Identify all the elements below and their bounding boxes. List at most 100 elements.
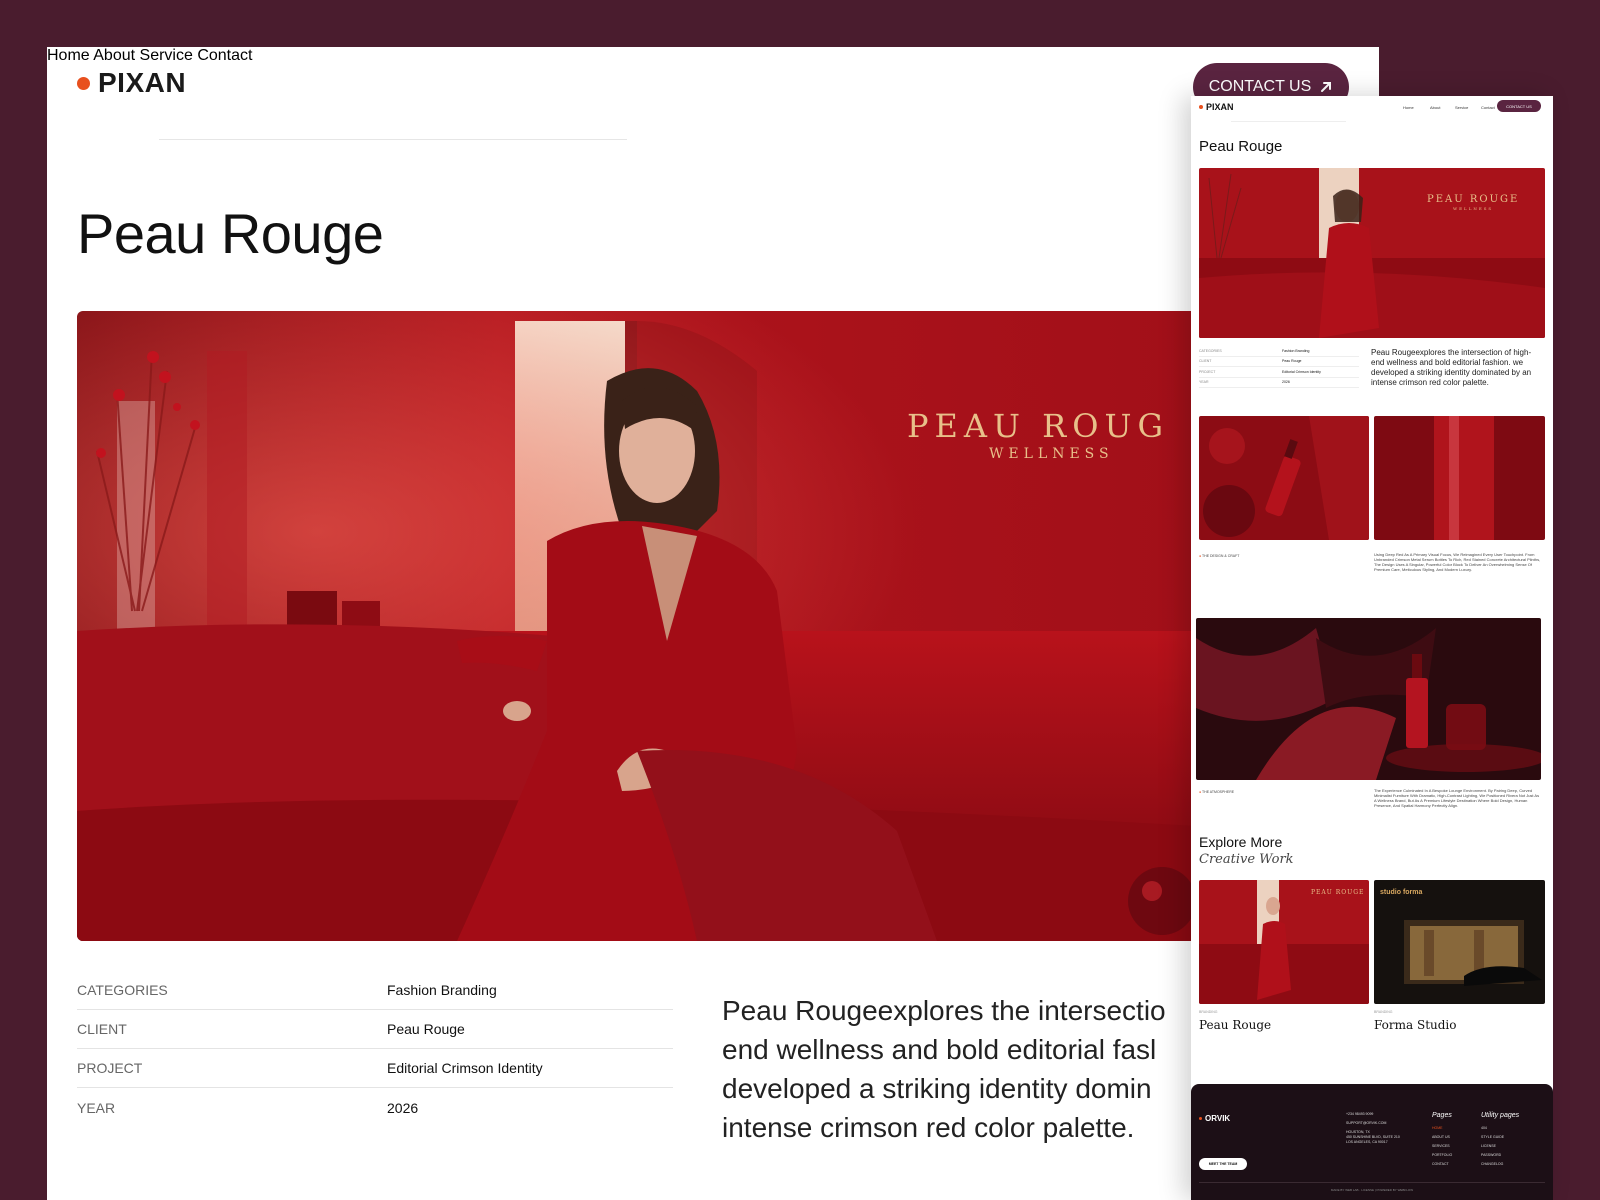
mini-description: Peau Rougeexplores the intersection of h… xyxy=(1371,348,1532,387)
meta-key: CLIENT xyxy=(77,1021,127,1037)
arrow-up-right-icon xyxy=(1321,82,1332,92)
card-forma-studio-image[interactable]: studio forma xyxy=(1374,880,1545,1004)
meta-row: CATEGORIES Fashion Branding xyxy=(77,971,673,1010)
mini-logo-dot-icon xyxy=(1199,105,1203,109)
mini-nav-contact[interactable]: Contact xyxy=(1481,105,1495,110)
page-title: Peau Rouge xyxy=(77,202,384,265)
footer-brand-name: ORVIK xyxy=(1205,1114,1231,1123)
mini-meta-row: CATEGORIES Fashion Branding xyxy=(1199,346,1359,357)
mini-serum-image xyxy=(1199,416,1369,540)
footer-address: LOS ANGELES, CA 90017 xyxy=(1346,1140,1388,1144)
svg-text:PEAU ROUGE: PEAU ROUGE xyxy=(1311,889,1364,896)
meet-the-team-label: MEET THE TEAM xyxy=(1208,1162,1238,1166)
footer-link[interactable]: ABOUT US xyxy=(1432,1133,1452,1142)
footer-link[interactable]: HOME xyxy=(1432,1124,1452,1133)
footer-link[interactable]: CHANGELOG xyxy=(1481,1160,1504,1169)
footer-email[interactable]: SUPPORT@ORVIK.COM xyxy=(1346,1121,1400,1126)
mini-meta-value: Peau Rouge xyxy=(1282,359,1302,364)
header-divider xyxy=(159,139,627,140)
footer-logo[interactable]: ORVIK xyxy=(1199,1114,1230,1123)
mini-atmosphere-image xyxy=(1196,618,1541,780)
mini-bottle-image xyxy=(1374,416,1545,540)
mini-meta-row: CLIENT Peau Rouge xyxy=(1199,357,1359,367)
svg-text:PEAU ROUG: PEAU ROUG xyxy=(907,407,1169,445)
explore-subtitle: Creative Work xyxy=(1199,852,1294,867)
meta-key: CATEGORIES xyxy=(77,982,168,998)
mini-cta-label: CONTACT US xyxy=(1506,103,1532,109)
nav-about[interactable]: About xyxy=(93,47,135,64)
card-peau-rouge-image[interactable]: PEAU ROUGE xyxy=(1199,880,1369,1004)
mini-section-tag: THE DESIGN & CRAFT xyxy=(1199,554,1239,558)
mini-section-text: The Experience Culminated In A Bespoke L… xyxy=(1374,788,1540,808)
nav-home[interactable]: Home xyxy=(47,47,90,64)
svg-text:WELLNESS: WELLNESS xyxy=(989,446,1114,462)
mini-meta-value: Editorial Crimson Identity xyxy=(1282,369,1321,374)
nav-contact[interactable]: Contact xyxy=(197,47,252,64)
footer-link[interactable]: PASSWORD xyxy=(1481,1151,1504,1160)
logo-dot-icon xyxy=(77,76,90,90)
brand-name: PIXAN xyxy=(98,67,187,98)
mini-meta-value: Fashion Branding xyxy=(1282,348,1310,353)
description-line: Peau Rougeexplores the intersectio xyxy=(722,995,1166,1026)
meta-row: PROJECT Editorial Crimson Identity xyxy=(77,1049,673,1088)
mini-header-divider xyxy=(1231,121,1346,122)
mini-page-title: Peau Rouge xyxy=(1199,138,1283,155)
footer-credits: MADE BY WEB LAB · LICENSE | POWERED BY W… xyxy=(1330,1188,1414,1192)
contact-us-label: CONTACT US xyxy=(1208,78,1312,95)
description-line: intense crimson red color palette. xyxy=(722,1112,1135,1143)
mini-footer: ORVIK MEET THE TEAM +234 98493 9099 SUPP… xyxy=(1191,1084,1553,1200)
footer-contact: +234 98493 9099 SUPPORT@ORVIK.COM HOUSTO… xyxy=(1346,1112,1400,1145)
main-nav: Home About Service Contact xyxy=(47,47,1379,65)
footer-link[interactable]: LICENSE xyxy=(1481,1142,1504,1151)
mini-brand-logo[interactable]: PIXAN xyxy=(1199,102,1234,112)
footer-link[interactable]: SERVICES xyxy=(1432,1142,1452,1151)
footer-link[interactable]: PORTFOLIO xyxy=(1432,1151,1452,1160)
mini-brand-name: PIXAN xyxy=(1206,102,1234,112)
mini-nav-home[interactable]: Home xyxy=(1403,105,1414,110)
footer-divider xyxy=(1199,1182,1545,1183)
meta-key: PROJECT xyxy=(77,1060,143,1076)
project-description: Peau Rougeexplores the intersectio end w… xyxy=(722,991,1262,1147)
mini-meta-value: 2026 xyxy=(1282,380,1290,385)
project-page: PIXAN Home About Service Contact CONTACT… xyxy=(47,47,1379,1200)
brand-logo[interactable]: PIXAN xyxy=(77,67,186,99)
mini-meta-key: CATEGORIES xyxy=(1199,348,1222,353)
meta-value: Fashion Branding xyxy=(387,982,497,998)
mini-meta-key: CLIENT xyxy=(1199,359,1212,364)
card-title[interactable]: Peau Rouge xyxy=(1199,1018,1271,1032)
meet-the-team-button[interactable]: MEET THE TEAM xyxy=(1199,1158,1247,1170)
svg-text:studio forma: studio forma xyxy=(1380,889,1422,896)
svg-text:WELLNESS: WELLNESS xyxy=(1453,206,1493,211)
meta-value: Editorial Crimson Identity xyxy=(387,1060,543,1076)
mini-meta-row: PROJECT Editorial Crimson Identity xyxy=(1199,367,1359,378)
description-line: developed a striking identity domin xyxy=(722,1073,1152,1104)
card-title[interactable]: Forma Studio xyxy=(1374,1018,1457,1032)
project-meta-table: CATEGORIES Fashion Branding CLIENT Peau … xyxy=(77,971,673,1127)
mini-nav-service[interactable]: Service xyxy=(1455,105,1468,110)
mini-hero-image: PEAU ROUGE WELLNESS xyxy=(1199,168,1545,338)
footer-pages-heading: Pages xyxy=(1432,1112,1452,1119)
footer-utility-list: 404 STYLE GUIDE LICENSE PASSWORD CHANGEL… xyxy=(1481,1124,1504,1169)
meta-value: Peau Rouge xyxy=(387,1021,465,1037)
mini-section-text: Using Deep Red As A Primary Visual Focus… xyxy=(1374,552,1541,572)
meta-value: 2026 xyxy=(387,1099,419,1116)
explore-title: Explore More xyxy=(1199,834,1283,850)
mini-contact-us-button[interactable]: CONTACT US xyxy=(1497,100,1541,112)
mini-meta-row: YEAR 2026 xyxy=(1199,378,1359,388)
footer-link[interactable]: 404 xyxy=(1481,1124,1504,1133)
mini-meta-table: CATEGORIES Fashion Branding CLIENT Peau Ro… xyxy=(1199,346,1359,388)
description-line: end wellness and bold editorial fasl xyxy=(722,1034,1157,1065)
hero-image: PEAU ROUG WELLNESS xyxy=(77,311,1277,941)
mini-meta-key: YEAR xyxy=(1199,380,1209,385)
card-category: BRANDING xyxy=(1374,1010,1393,1014)
footer-logo-dot-icon xyxy=(1199,1117,1202,1120)
meta-row: YEAR 2026 xyxy=(77,1088,673,1127)
mini-meta-key: PROJECT xyxy=(1199,369,1216,374)
meta-row: CLIENT Peau Rouge xyxy=(77,1010,673,1049)
footer-phone[interactable]: +234 98493 9099 xyxy=(1346,1112,1400,1117)
meta-key: YEAR xyxy=(77,1099,116,1116)
nav-service[interactable]: Service xyxy=(140,47,193,64)
footer-link[interactable]: CONTACT xyxy=(1432,1160,1452,1169)
footer-link[interactable]: STYLE GUIDE xyxy=(1481,1133,1504,1142)
mini-nav-about[interactable]: About xyxy=(1430,105,1440,110)
